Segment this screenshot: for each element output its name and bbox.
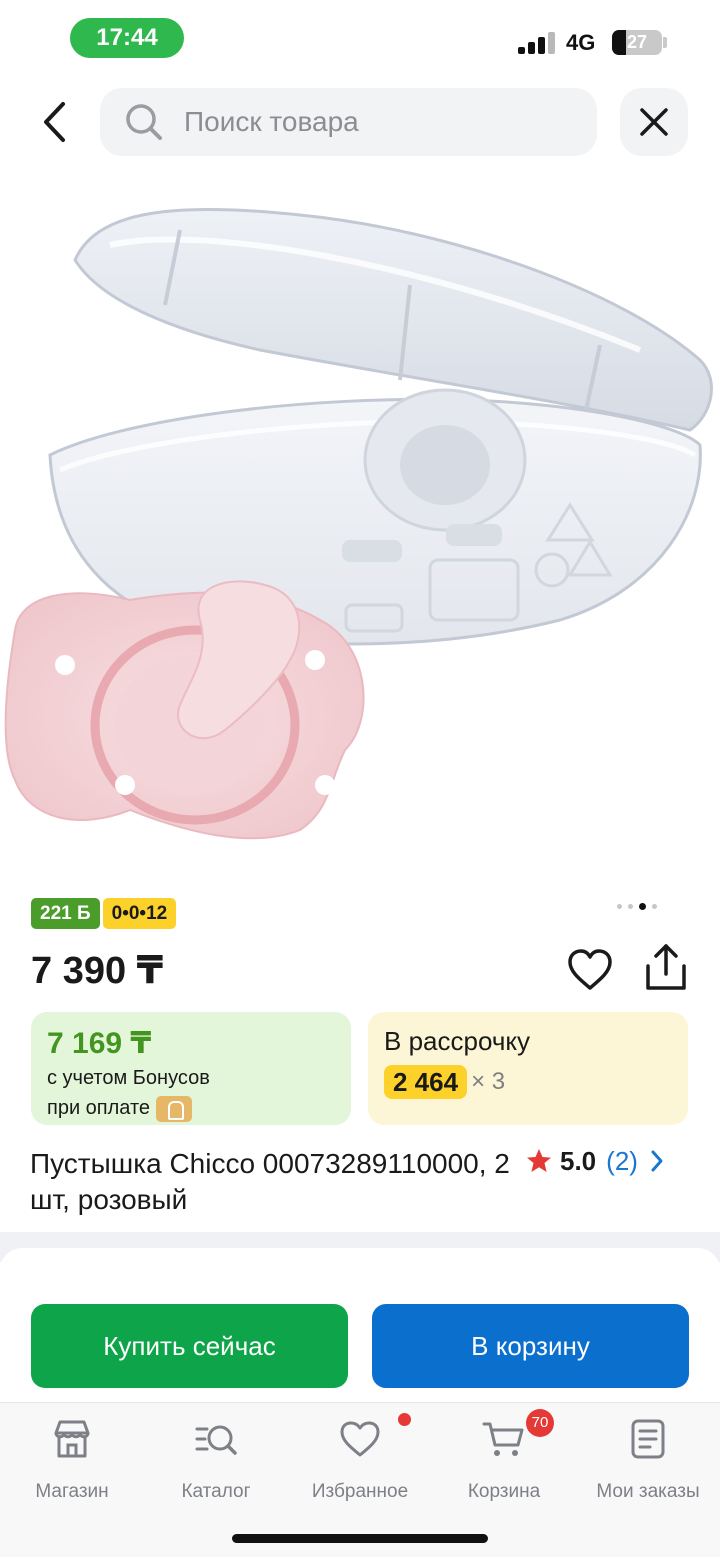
installment-row: 2 464 × 3 <box>384 1065 672 1099</box>
pacifier-case-illustration <box>4 207 713 840</box>
tab-orders-label: Мои заказы <box>596 1481 700 1502</box>
status-bar: 17:44 4G 27 <box>0 0 720 80</box>
back-button[interactable] <box>30 94 80 150</box>
bonus-text-line2-row: при оплате <box>47 1093 335 1123</box>
cart-icon <box>482 1422 524 1456</box>
tab-favorites-label: Избранное <box>311 1481 409 1502</box>
star-icon <box>527 1149 551 1172</box>
bonus-text-line2: при оплате <box>47 1097 151 1119</box>
kaspi-wallet-icon <box>156 1095 193 1122</box>
favorite-button[interactable] <box>566 946 614 994</box>
tab-shop-label: Магазин <box>35 1481 109 1502</box>
rating-count: (2) <box>606 1145 638 1176</box>
bonus-text-line1: с учетом Бонусов <box>47 1067 210 1089</box>
installment-card[interactable]: В рассрочку 2 464 × 3 <box>368 1012 688 1125</box>
chevron-left-icon <box>44 102 65 142</box>
product-price: 7 390 ₸ <box>31 950 164 992</box>
buy-now-button[interactable]: Купить сейчас <box>31 1304 348 1388</box>
image-pagination <box>617 903 657 910</box>
battery-icon: 27 <box>612 30 662 55</box>
product-image[interactable] <box>0 190 720 860</box>
product-title: Пустышка Chicco 00073289110000, 2 шт, ро… <box>30 1148 510 1215</box>
tab-cart-label: Корзина <box>467 1481 541 1502</box>
battery-level: 27 <box>626 32 648 52</box>
cart-count-badge: 70 <box>526 1409 554 1437</box>
heart-icon <box>568 949 612 990</box>
signal-icon <box>518 32 558 54</box>
home-indicator[interactable] <box>232 1534 488 1543</box>
tab-favorites[interactable]: Избранное <box>288 1417 432 1503</box>
heart-icon <box>340 1421 380 1457</box>
share-button[interactable] <box>642 942 690 994</box>
battery-tip <box>663 37 667 48</box>
bonus-badge: 221 Б <box>31 898 100 929</box>
pagination-dot-active <box>639 903 646 910</box>
product-badges: 221 Б 0•0•12 <box>31 898 177 929</box>
status-time: 17:44 <box>70 18 184 58</box>
installment-amount: 2 464 <box>384 1065 468 1099</box>
catalog-search-icon <box>195 1425 237 1455</box>
tab-shop[interactable]: Магазин <box>0 1417 144 1503</box>
search-header <box>0 86 720 158</box>
rating-link[interactable]: 5.0 (2) <box>526 1146 664 1176</box>
network-type: 4G <box>566 30 596 55</box>
tab-cart[interactable]: Корзина <box>432 1417 576 1503</box>
rating-value: 5.0 <box>560 1145 597 1176</box>
bonus-price: 7 169 ₸ <box>47 1027 152 1060</box>
pagination-dot <box>617 904 622 909</box>
close-button[interactable] <box>620 88 688 156</box>
share-icon <box>646 944 686 990</box>
orders-icon <box>631 1419 665 1459</box>
tab-catalog-label: Каталог <box>181 1481 251 1502</box>
installment-multiplier: × 3 <box>471 1068 506 1095</box>
close-icon <box>640 108 668 136</box>
tab-orders[interactable]: Мои заказы <box>576 1417 720 1503</box>
search-input[interactable] <box>184 106 564 138</box>
installment-title: В рассрочку <box>384 1026 531 1056</box>
chevron-right-icon <box>651 1150 663 1172</box>
pagination-dot <box>652 904 657 909</box>
bonus-price-card[interactable]: 7 169 ₸ с учетом Бонусов при оплате <box>31 1012 351 1125</box>
favorites-notification-dot <box>398 1413 411 1426</box>
pagination-dot <box>628 904 633 909</box>
add-to-cart-button[interactable]: В корзину <box>372 1304 689 1388</box>
shop-icon <box>54 1420 90 1458</box>
installment-badge: 0•0•12 <box>102 898 177 929</box>
search-icon <box>126 104 162 140</box>
tab-catalog[interactable]: Каталог <box>144 1417 288 1503</box>
search-bar[interactable] <box>100 88 597 156</box>
